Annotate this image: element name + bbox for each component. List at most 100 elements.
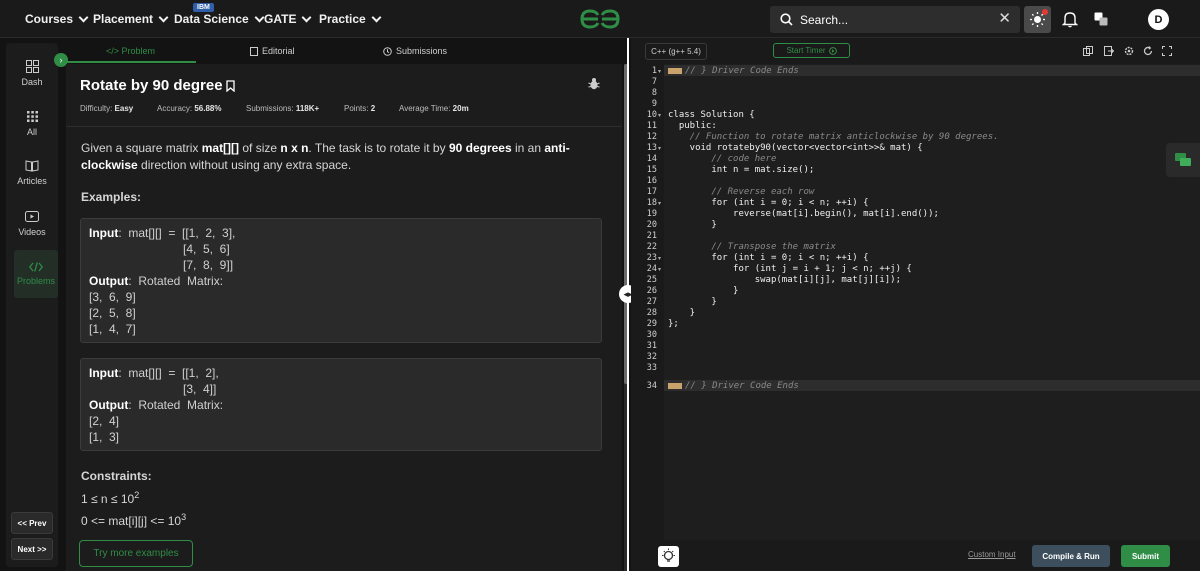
code-line: reverse(mat[i].begin(), mat[i].end()); — [668, 209, 939, 219]
constraint-text: 1 ≤ n ≤ 10 — [81, 492, 135, 506]
fold-arrow-icon[interactable]: ▾ — [658, 255, 661, 262]
start-timer-button[interactable]: Start Timer — [773, 43, 850, 58]
chat-icon — [1175, 153, 1191, 166]
line-number: 13 — [646, 143, 657, 153]
fold-arrow-icon[interactable]: ▾ — [658, 200, 661, 207]
next-button[interactable]: Next >> — [11, 538, 53, 560]
chevron-down-icon — [78, 12, 89, 22]
import-file-icon[interactable] — [1104, 46, 1114, 56]
tab-problem-label: </> Problem — [106, 46, 156, 56]
submit-button[interactable]: Submit — [1121, 545, 1170, 567]
folded-code-icon[interactable] — [668, 382, 682, 389]
search-box[interactable]: Search... ✕ — [770, 6, 1020, 33]
document-icon — [250, 46, 258, 56]
fold-arrow-icon[interactable]: ▾ — [658, 112, 661, 119]
language-value: C++ (g++ 5.4) — [651, 47, 701, 56]
editor-bottom-bar — [631, 540, 1200, 571]
clock-icon — [383, 46, 392, 56]
examples-heading: Examples: — [81, 190, 142, 204]
line-number: 26 — [646, 286, 657, 296]
avatar[interactable]: D — [1148, 9, 1169, 30]
report-bug-icon[interactable] — [588, 77, 600, 95]
tab-problem[interactable]: </> Problem — [106, 46, 155, 56]
line-number: 17 — [646, 187, 657, 197]
tab-editorial[interactable]: Editorial — [250, 46, 295, 56]
close-icon[interactable]: ✕ — [998, 11, 1011, 26]
fold-arrow-icon[interactable]: ▾ — [658, 266, 661, 273]
line-number: 14 — [646, 154, 657, 164]
search-icon — [780, 13, 793, 26]
sidebar-item-dash[interactable]: Dash — [6, 60, 58, 87]
line-number: 22 — [646, 242, 657, 252]
fold-arrow-icon[interactable]: ▾ — [658, 68, 661, 75]
line-number: 11 — [646, 121, 657, 131]
theme-toggle-button[interactable] — [1024, 6, 1051, 33]
chevron-down-icon — [371, 12, 382, 22]
code-line: } — [668, 297, 717, 307]
hint-button[interactable] — [658, 546, 679, 567]
sidebar-item-all[interactable]: All — [6, 110, 58, 137]
code-line: int n = mat.size(); — [668, 165, 815, 175]
compile-run-button[interactable]: Compile & Run — [1032, 545, 1110, 567]
nav-courses[interactable]: Courses — [25, 12, 89, 26]
constraint-2: 0 <= mat[i][j] <= 103 — [81, 512, 186, 528]
chat-button[interactable] — [1166, 143, 1200, 177]
constraint-exponent: 3 — [181, 512, 187, 522]
example-line: Output: Rotated Matrix: — [89, 274, 224, 288]
tab-submissions-label: Submissions — [396, 46, 448, 56]
prev-button[interactable]: << Prev — [11, 512, 53, 534]
reset-icon[interactable] — [1143, 46, 1153, 56]
video-icon — [25, 211, 39, 222]
line-number: 24 — [646, 264, 657, 274]
fold-arrow-icon[interactable]: ▾ — [658, 145, 661, 152]
sidebar-item-videos-label: Videos — [18, 227, 46, 237]
tab-submissions[interactable]: Submissions — [383, 46, 447, 56]
desc-text: in an — [511, 141, 545, 155]
desc-bold: mat[][] — [201, 141, 240, 155]
nav-data-science[interactable]: Data Science — [174, 12, 265, 26]
search-input[interactable]: Search... — [800, 13, 848, 27]
sidebar-item-problems[interactable]: Problems — [14, 250, 58, 298]
line-number: 16 — [646, 176, 657, 186]
language-select[interactable]: C++ (g++ 5.4) — [645, 43, 707, 60]
settings-icon[interactable] — [1124, 46, 1134, 56]
code-line: }; — [668, 319, 679, 329]
code-line: void rotateby90(vector<vector<int>>& mat… — [668, 143, 923, 153]
line-number: 12 — [646, 132, 657, 142]
panel-divider[interactable] — [627, 38, 629, 571]
nav-gate[interactable]: GATE — [264, 12, 312, 26]
nav-placement[interactable]: Placement — [93, 12, 169, 26]
translate-icon[interactable] — [1094, 12, 1108, 31]
bookmark-icon[interactable] — [225, 79, 235, 92]
custom-input-link[interactable]: Custom Input — [968, 550, 1016, 559]
desc-text: Given a square matrix — [81, 141, 202, 155]
example-line: [1, 3] — [89, 430, 120, 444]
line-number: 19 — [646, 209, 657, 219]
code-line: // } Driver Code Ends — [668, 381, 799, 391]
example-line: [2, 4] — [89, 414, 120, 428]
fullscreen-icon[interactable] — [1162, 46, 1172, 56]
code-line-text: // } Driver Code Ends — [685, 66, 799, 76]
sidebar-item-articles-label: Articles — [17, 176, 47, 186]
example-line: [3, 4]] — [183, 382, 217, 396]
bell-icon[interactable] — [1061, 10, 1079, 33]
chevron-right-icon: › — [59, 55, 63, 65]
desc-text: of size — [239, 141, 281, 155]
difficulty-value: Easy — [114, 104, 134, 113]
line-number: 25 — [646, 275, 657, 285]
play-icon — [828, 46, 837, 55]
copy-icon[interactable] — [1083, 46, 1093, 56]
code-line: // code here — [668, 154, 777, 164]
submissions-meta: Submissions: 118K+ — [246, 104, 319, 113]
nav-practice[interactable]: Practice — [319, 12, 382, 26]
constraint-1: 1 ≤ n ≤ 102 — [81, 490, 139, 506]
accuracy-meta: Accuracy: 56.88% — [157, 104, 222, 113]
code-line-text: // } Driver Code Ends — [685, 381, 799, 391]
sidebar-item-articles[interactable]: Articles — [6, 160, 58, 186]
dashboard-icon — [25, 60, 39, 73]
folded-code-icon[interactable] — [668, 67, 682, 74]
sidebar-item-videos[interactable]: Videos — [6, 211, 58, 237]
gfg-logo[interactable] — [579, 7, 621, 36]
code-line: // Transpose the matrix — [668, 242, 836, 252]
try-more-examples-button[interactable]: Try more examples — [79, 540, 193, 567]
